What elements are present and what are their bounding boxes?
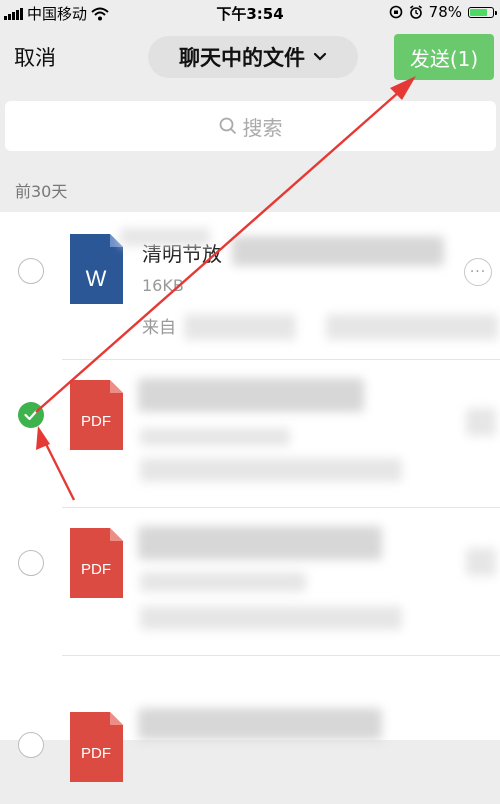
file-list: W 清明节放 16KB 来自 ··· PDF PDF PDF xyxy=(0,212,500,782)
chevron-down-icon xyxy=(313,52,327,61)
select-radio-checked[interactable] xyxy=(18,402,44,428)
pdf-file-type: PDF xyxy=(81,413,111,430)
file-source: 来自 xyxy=(142,318,176,338)
redaction xyxy=(140,458,402,482)
status-right: 78% xyxy=(389,3,497,21)
send-button[interactable]: 发送(1) xyxy=(394,34,494,80)
more-options-button[interactable]: ··· xyxy=(464,258,492,286)
battery-fill xyxy=(470,8,488,16)
list-item[interactable]: PDF xyxy=(0,360,500,508)
pdf-file-icon: PDF xyxy=(70,712,123,782)
pdf-file-icon: PDF xyxy=(70,380,123,450)
select-radio[interactable] xyxy=(18,550,44,576)
page-title: 聊天中的文件 xyxy=(179,46,305,70)
file-size: 16KB xyxy=(142,276,184,295)
redaction xyxy=(138,378,364,412)
pdf-file-type: PDF xyxy=(81,745,111,762)
redaction xyxy=(140,572,306,592)
redaction xyxy=(466,548,496,576)
battery-icon xyxy=(468,6,497,18)
redaction xyxy=(138,708,382,740)
list-item[interactable]: PDF xyxy=(0,508,500,656)
checkmark-icon xyxy=(24,409,38,421)
redaction xyxy=(138,526,382,560)
battery-percent: 78% xyxy=(428,3,462,21)
pdf-file-icon: PDF xyxy=(70,528,123,598)
rotation-lock-icon xyxy=(389,5,402,19)
alarm-icon xyxy=(409,5,422,19)
list-item[interactable]: PDF xyxy=(0,656,500,804)
chat-files-dropdown[interactable]: 聊天中的文件 xyxy=(148,36,358,78)
select-radio[interactable] xyxy=(18,732,44,758)
redaction xyxy=(232,236,444,266)
redaction xyxy=(466,408,496,436)
word-file-type: W xyxy=(86,266,107,291)
redaction xyxy=(140,428,290,446)
status-bar: 中国移动 下午3:54 78% xyxy=(0,0,500,26)
search-icon xyxy=(219,117,236,135)
redaction xyxy=(120,228,210,246)
redaction xyxy=(184,314,296,340)
list-item[interactable]: W 清明节放 16KB 来自 ··· xyxy=(0,212,500,360)
word-file-icon: W xyxy=(70,234,123,304)
redaction xyxy=(326,314,498,340)
nav-bar: 取消 聊天中的文件 发送(1) xyxy=(0,26,500,90)
cancel-button[interactable]: 取消 xyxy=(14,42,56,72)
select-radio[interactable] xyxy=(18,258,44,284)
redaction xyxy=(140,606,402,630)
section-label: 前30天 xyxy=(15,182,68,201)
search-input[interactable]: 搜索 xyxy=(5,101,496,151)
pdf-file-type: PDF xyxy=(81,561,111,578)
search-placeholder: 搜索 xyxy=(242,115,283,140)
